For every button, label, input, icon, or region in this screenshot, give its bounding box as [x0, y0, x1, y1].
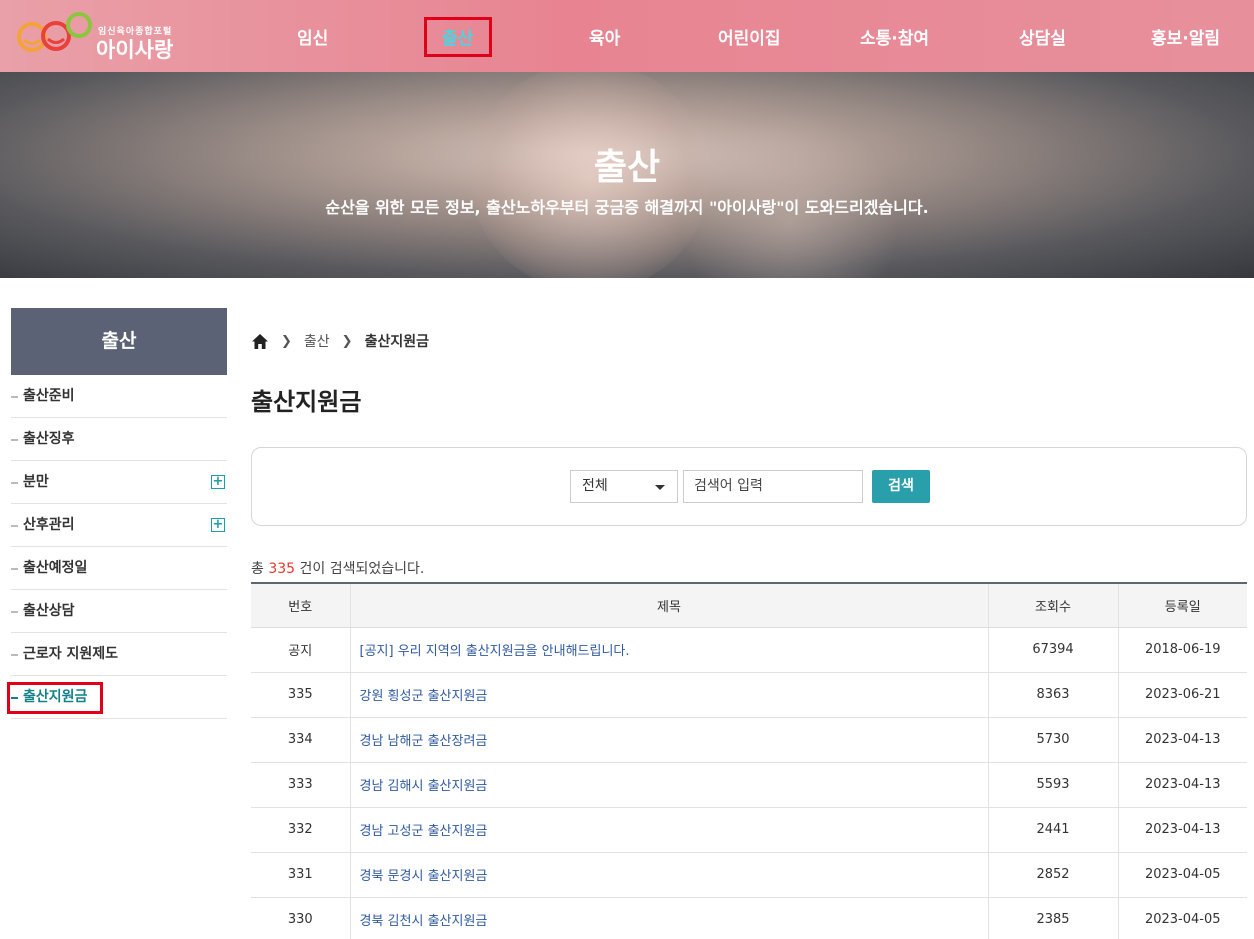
sidebar-item-consult[interactable]: 출산상담: [11, 590, 227, 633]
table-row: 330 경북 김천시 출산지원금 2385 2023-04-05: [251, 897, 1247, 939]
result-number: 335: [268, 561, 296, 577]
breadcrumb-level1[interactable]: 출산: [304, 331, 330, 351]
nav-item-news[interactable]: 홍보·알림: [1151, 24, 1220, 50]
sidebar-item-signs[interactable]: 출산징후: [11, 418, 227, 461]
nav-item-pregnancy[interactable]: 임신: [297, 24, 328, 50]
sidebar-item-label: 분만: [23, 474, 49, 490]
expand-plus-icon[interactable]: +: [211, 475, 225, 489]
sidebar-item-delivery[interactable]: 분만 +: [11, 461, 227, 504]
result-suffix: 건이 검색되었습니다.: [299, 561, 425, 577]
caret-down-icon: [655, 485, 665, 490]
table-row: 335 강원 횡성군 출산지원금 8363 2023-06-21: [251, 672, 1247, 717]
cell-date: 2018-06-19: [1117, 627, 1247, 672]
cell-date: 2023-06-21: [1117, 672, 1247, 717]
table-header-row: 번호 제목 조회수 등록일: [251, 583, 1247, 628]
cell-title-link[interactable]: 경남 남해군 출산장려금: [349, 717, 988, 762]
nav-item-daycare[interactable]: 어린이집: [718, 24, 781, 50]
home-icon[interactable]: [251, 333, 269, 350]
cell-no: 335: [287, 687, 313, 702]
cell-date: 2023-04-13: [1117, 762, 1247, 807]
sidebar-item-label: 출산준비: [23, 388, 75, 404]
cell-date: 2023-04-05: [1117, 852, 1247, 897]
logo-icon: [17, 12, 92, 52]
hero-banner: 출산 순산을 위한 모든 정보, 출산노하우부터 궁금증 해결까지 "아이사랑"…: [0, 72, 1254, 278]
cell-views: 2385: [987, 897, 1118, 939]
sidebar-item-label: 산후관리: [23, 517, 75, 533]
sidebar-item-label: 근로자 지원제도: [23, 646, 119, 662]
cell-title-link[interactable]: 경남 고성군 출산지원금: [349, 807, 988, 852]
table-row: 공지 [공지] 우리 지역의 출산지원금을 안내해드립니다. 67394 201…: [251, 627, 1247, 672]
cell-date: 2023-04-13: [1117, 807, 1247, 852]
dash-icon: [11, 611, 18, 613]
hero-title: 출산: [593, 147, 661, 188]
chevron-right-icon: ❯: [281, 333, 292, 349]
cell-title-link[interactable]: [공지] 우리 지역의 출산지원금을 안내해드립니다.: [349, 627, 988, 672]
cell-views: 5730: [987, 717, 1118, 762]
cell-views: 2441: [987, 807, 1118, 852]
result-prefix: 총: [251, 561, 264, 577]
search-placeholder: 검색어 입력: [694, 478, 763, 494]
cell-date: 2023-04-05: [1117, 897, 1247, 939]
cell-title-link[interactable]: 경남 김해시 출산지원금: [349, 762, 988, 807]
sidebar-item-preparation[interactable]: 출산준비: [11, 375, 227, 418]
grant-table: 번호 제목 조회수 등록일 공지 [공지] 우리 지역의 출산지원금을 안내해드…: [251, 582, 1247, 939]
nav-item-parenting[interactable]: 육아: [589, 24, 620, 50]
nav-item-counseling[interactable]: 상담실: [1019, 24, 1066, 50]
col-header-no: 번호: [251, 583, 350, 628]
dash-icon: [11, 525, 18, 527]
expand-plus-icon[interactable]: +: [211, 518, 225, 532]
highlight-box: [424, 17, 492, 57]
site-logo[interactable]: 임신육아종합포털 아이사랑: [14, 10, 184, 64]
col-header-date: 등록일: [1117, 583, 1247, 628]
search-panel: 전체 검색어 입력 검색: [251, 447, 1247, 526]
top-header: 임신육아종합포털 아이사랑 임신 출산 육아 어린이집 소통·참여 상담실 홍보…: [0, 0, 1254, 72]
logo-name: 아이사랑: [96, 38, 174, 62]
search-scope-select[interactable]: 전체: [570, 470, 678, 503]
sidebar-title: 출산: [11, 308, 227, 375]
cell-no: 330: [287, 912, 313, 927]
cell-no: 334: [287, 732, 313, 747]
dash-icon: [11, 654, 18, 656]
col-header-title: 제목: [349, 583, 988, 628]
table-row: 332 경남 고성군 출산지원금 2441 2023-04-13: [251, 807, 1247, 852]
cell-no: 331: [287, 867, 313, 882]
cell-title-link[interactable]: 경북 문경시 출산지원금: [349, 852, 988, 897]
cell-views: 5593: [987, 762, 1118, 807]
sidebar-item-label: 출산예정일: [23, 560, 88, 576]
dash-icon: [11, 568, 18, 570]
sidebar-item-due-date[interactable]: 출산예정일: [11, 547, 227, 590]
cell-views: 2852: [987, 852, 1118, 897]
cell-views: 67394: [987, 627, 1118, 672]
page-title: 출산지원금: [251, 388, 362, 416]
dash-icon: [11, 396, 18, 398]
cell-no: 332: [287, 822, 313, 837]
dash-icon: [11, 439, 18, 441]
breadcrumb-current: 출산지원금: [364, 334, 429, 350]
sidebar-item-label: 출산상담: [23, 603, 75, 619]
highlight-box: [7, 682, 103, 714]
cell-no: 공지: [288, 644, 313, 659]
hero-subtitle: 순산을 위한 모든 정보, 출산노하우부터 궁금증 해결까지 "아이사랑"이 도…: [325, 198, 929, 217]
result-count: 총 335 건이 검색되었습니다.: [251, 558, 424, 578]
search-scope-value: 전체: [582, 478, 608, 494]
search-input[interactable]: 검색어 입력: [683, 470, 863, 503]
search-button[interactable]: 검색: [872, 470, 930, 503]
sidebar-item-worker-support[interactable]: 근로자 지원제도: [11, 633, 227, 676]
cell-title-link[interactable]: 경북 김천시 출산지원금: [349, 897, 988, 939]
cell-title-link[interactable]: 강원 횡성군 출산지원금: [349, 672, 988, 717]
sidebar-menu: 출산준비 출산징후 분만 + 산후관리 + 출산예정일 출산상담 근로자 지원제…: [11, 375, 227, 719]
dash-icon: [11, 482, 18, 484]
table-row: 331 경북 문경시 출산지원금 2852 2023-04-05: [251, 852, 1247, 897]
cell-views: 8363: [987, 672, 1118, 717]
nav-item-community[interactable]: 소통·참여: [860, 24, 929, 50]
cell-no: 333: [287, 777, 313, 792]
table-row: 333 경남 김해시 출산지원금 5593 2023-04-13: [251, 762, 1247, 807]
table-row: 334 경남 남해군 출산장려금 5730 2023-04-13: [251, 717, 1247, 762]
chevron-right-icon: ❯: [341, 333, 353, 349]
cell-date: 2023-04-13: [1117, 717, 1247, 762]
col-header-views: 조회수: [987, 583, 1118, 628]
sidebar-item-postpartum[interactable]: 산후관리 +: [11, 504, 227, 547]
sidebar-item-label: 출산징후: [23, 431, 75, 447]
breadcrumb: ❯ 출산 ❯ 출산지원금: [251, 330, 429, 352]
